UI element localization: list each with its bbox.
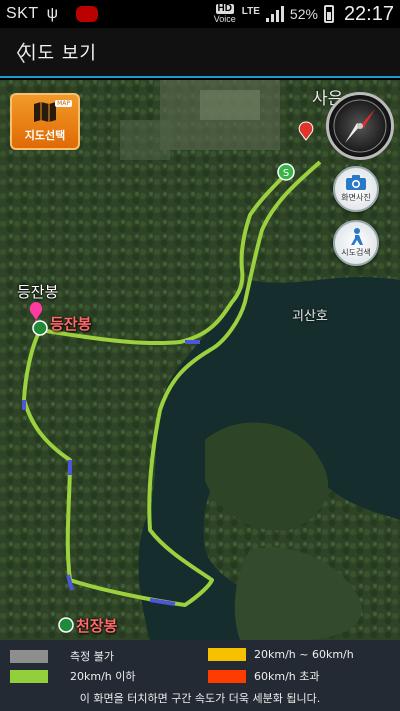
legend-swatch-gray — [10, 649, 48, 663]
battery-percent: 52% — [289, 6, 318, 22]
legend-swatch-red — [208, 669, 246, 683]
peak-label: 등잔봉 — [17, 283, 59, 301]
map-search-label: 시도검색 — [341, 248, 371, 257]
map-select-label: 지도선택 — [24, 129, 66, 142]
page-title: 지도 보기 — [20, 43, 97, 64]
signal-icon — [265, 6, 284, 22]
legend-item: 측정 불가 — [10, 648, 114, 664]
hiker-icon — [351, 228, 363, 245]
compass-button[interactable] — [326, 92, 394, 160]
carrier-name: SKT — [6, 5, 39, 22]
legend-swatch-green — [10, 669, 48, 683]
back-button[interactable]: 〈 — [0, 36, 26, 68]
status-bar: SKT ψ HD Voice LTE 52% 22:17 — [0, 0, 400, 28]
legend-item: 60km/h 초과 — [208, 668, 320, 684]
legend-item: 20km/h ~ 60km/h — [208, 648, 354, 661]
screenshot-label: 화면사진 — [341, 193, 371, 202]
peak-label-red: 등잔봉 — [50, 315, 92, 333]
map-canvas: S — [0, 80, 400, 640]
peak-marker — [32, 320, 48, 336]
hd-voice-icon: HD Voice — [213, 3, 236, 25]
speed-legend[interactable]: 측정 불가 20km/h 이하 20km/h ~ 60km/h 60km/h 초… — [0, 640, 400, 711]
map-tag: MAP — [55, 100, 72, 107]
usb-icon: ψ — [46, 5, 59, 22]
network-type: LTE — [241, 5, 260, 17]
legend-swatch-yellow — [208, 648, 246, 661]
map-select-button[interactable]: MAP 지도선택 — [10, 93, 80, 150]
map-view[interactable]: S 등잔봉 등잔봉 천장봉 괴산호 사은 — [0, 80, 400, 640]
clock: 22:17 — [343, 2, 394, 25]
compass-icon — [333, 99, 387, 153]
lake-label: 괴산호 — [292, 309, 328, 324]
end-marker — [58, 617, 74, 633]
map-book-icon — [34, 102, 56, 122]
legend-note: 이 화면을 터치하면 구간 속도가 더욱 세분화 됩니다. — [79, 692, 321, 705]
end-peak-label: 천장봉 — [76, 617, 118, 635]
title-bar: 〈 지도 보기 — [0, 28, 400, 78]
svg-text:S: S — [283, 168, 289, 179]
notification-icon — [76, 6, 99, 22]
camera-icon — [346, 175, 366, 190]
legend-item: 20km/h 이하 — [10, 668, 136, 684]
map-search-button[interactable]: 시도검색 — [333, 220, 379, 266]
battery-icon — [323, 5, 334, 23]
screenshot-button[interactable]: 화면사진 — [333, 166, 379, 212]
